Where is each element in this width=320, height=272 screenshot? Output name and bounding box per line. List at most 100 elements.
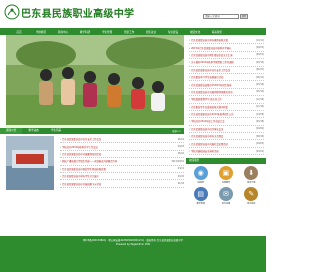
news-date: [10/09] (255, 112, 264, 116)
news-title[interactable]: 巴东县民族职业高中2014年秋季招生公告 (189, 112, 255, 116)
news-date: [09/18] (255, 119, 264, 123)
list-item-title[interactable]: 巴东县民族职业高中开展送教下乡活动 (60, 182, 177, 186)
list-item-title[interactable]: 学校召开2015年秋季开学工作会议 (60, 145, 177, 149)
news-title[interactable]: 巴东民族职业高中举办教师技能大赛 (189, 38, 255, 42)
tabs-more-link[interactable]: 更多>> (172, 129, 184, 133)
photo-slideshow[interactable] (6, 35, 184, 125)
tab-teaching[interactable]: 教学动态 (22, 128, 44, 134)
news-title[interactable]: 巴东职高学生在省级技能大赛中获奖 (189, 105, 255, 109)
nav-item-students[interactable]: 学生管理 (96, 30, 118, 34)
nav-item-teaching[interactable]: 教学科研 (74, 30, 96, 34)
services-grid: ◉ 校园网 ▣ 在线教学 ⬇ 资源下载 ▤ 教学资源 ✉ 校长信箱 ✎ 招生报名 (188, 166, 264, 205)
nav-item-home[interactable]: 首页 (8, 30, 30, 34)
news-item[interactable]: 学校召开2014年度工作总结大会[09/18] (189, 118, 264, 126)
list-item-date: 09/03 (177, 145, 184, 149)
news-date: [06/21] (255, 68, 264, 72)
list-item[interactable]: 巴东民族职业高中举办学生才艺展示03/20 (60, 173, 184, 181)
news-date: [08/19] (255, 134, 264, 138)
news-title[interactable]: 学校召开2014年度工作总结大会 (189, 119, 255, 123)
news-item[interactable]: 关于做好2015年秋季学期资助工作的通知[09/13] (189, 59, 264, 67)
service-online-teaching[interactable]: ▣ 在线教学 (213, 166, 238, 184)
news-item[interactable]: 巴东职高举行学生技能展示活动[06/11] (189, 74, 264, 82)
news-item[interactable]: 巴东民族职业高中召开家长会议[09/02] (189, 126, 264, 134)
news-date: [09/01] (255, 53, 264, 57)
news-item[interactable]: 巴东县民族职业高中2014年秋季招生公告[10/09] (189, 111, 264, 119)
list-item[interactable]: 学校召开2015年秋季开学工作会议09/03 (60, 143, 184, 151)
news-item[interactable]: 巴东县民族职业高中召开安全工作会议[06/21] (189, 67, 264, 74)
tab-notices[interactable]: 通知公告 (0, 128, 23, 134)
news-title[interactable]: 巴东民族职业高级中学2015年招生简章 (189, 83, 255, 87)
news-title[interactable]: 学校组织参观学习 班主任工作 (189, 97, 255, 101)
tab-students[interactable]: 学生风采 (45, 128, 67, 134)
list-item-title[interactable]: 巴东县民族职业高中召开安全工作会议 (60, 137, 177, 141)
service-resources[interactable]: ▤ 教学资源 (188, 187, 213, 205)
list-item-title[interactable]: 巴东县民族职业高中组织学生参加技能竞赛 (60, 167, 177, 171)
service-label: 招生报名 (247, 203, 256, 205)
screen-icon: ▣ (218, 166, 233, 180)
news-item[interactable]: 2015年巴东民族职业高中秋季开学典礼[09/21] (189, 44, 264, 52)
nav-item-admission[interactable]: 招生就业 (140, 30, 162, 34)
news-title[interactable]: 2015年巴东民族职业高中秋季开学典礼 (189, 46, 255, 50)
list-item[interactable]: 巴东县民族职业高中组织学生参加技能竞赛03/21 (60, 166, 184, 173)
service-label: 在线教学 (221, 182, 231, 184)
list-item[interactable]: 巴东县民族职业高中召开安全工作会议06/19 (60, 136, 184, 144)
notice-thumbnail[interactable] (6, 136, 54, 190)
news-date: [11/10] (255, 105, 264, 109)
service-download[interactable]: ⬇ 资源下载 (239, 166, 264, 184)
slideshow-photo (6, 35, 184, 125)
nav-item-news[interactable]: 新闻中心 (52, 30, 74, 34)
list-item-date: 2015/09/01 (171, 159, 184, 163)
news-item[interactable]: 巴东民族职业高中举办文艺晚会[08/19] (189, 133, 264, 141)
news-title[interactable]: 巴东民族职业高中举办文艺晚会 (189, 134, 255, 138)
news-date: [10/11] (255, 38, 264, 42)
search-input[interactable]: 请输入关键词 (203, 14, 239, 19)
services-heading: 校园服务 (186, 158, 266, 164)
list-item[interactable]: 巴东县民族职业高中开展教师培训活动06/10 (60, 151, 184, 159)
list-item-date: 03/20 (177, 174, 184, 178)
main-nav: 首页 学校概况 新闻中心 教学科研 学生管理 党建工作 招生就业 专业建设 校园… (0, 28, 266, 35)
news-title[interactable]: 巴东民族职业高中开展师德师风教育活动 (189, 90, 255, 94)
book-icon: ▤ (193, 187, 208, 201)
footer-powered-by[interactable]: Powered by PageAdmin CMS (0, 243, 266, 247)
news-title[interactable]: 巴东民族职业高中召开家长会议 (189, 127, 255, 131)
news-date: [06/11] (255, 75, 264, 79)
news-title[interactable]: 关于做好2015年秋季学期资助工作的通知 (189, 60, 255, 64)
thumbnail-photo (6, 136, 54, 190)
news-item[interactable]: 巴东民族职业高中师生参加全县文艺汇演[09/01] (189, 52, 264, 60)
service-mailbox[interactable]: ✉ 校长信箱 (213, 187, 238, 205)
list-item-date: 01/18 (177, 182, 184, 186)
globe-icon: ◉ (193, 166, 208, 180)
list-item-title[interactable]: 巴东县民族职业高中开展教师培训活动 (60, 152, 177, 156)
news-title[interactable]: 巴东民族职业高中师生参加全县文艺汇演 (189, 53, 255, 57)
list-item[interactable]: 我校广播电视大学招生简章——欢迎报读开放教育专科2015/09/01 (60, 158, 184, 166)
news-item[interactable]: 巴东民族职业高中开展社会实践活动[04/03] (189, 140, 264, 148)
nav-item-party[interactable]: 党建工作 (118, 30, 140, 34)
news-item[interactable]: 巴东民族职业高中开展师德师风教育活动[05/10] (189, 89, 264, 97)
list-item-date: 06/10 (177, 152, 184, 156)
nav-item-about[interactable]: 学校概况 (30, 30, 52, 34)
list-item-title[interactable]: 巴东民族职业高中举办学生才艺展示 (60, 174, 177, 178)
nav-item-majors[interactable]: 专业建设 (162, 30, 184, 34)
news-item[interactable]: 学校开展校园安全演练活动[03/21] (189, 148, 264, 156)
service-label: 校园网 (197, 182, 204, 184)
news-title[interactable]: 巴东职高举行学生技能展示活动 (189, 75, 255, 79)
news-item[interactable]: 巴东职高学生在省级技能大赛中获奖[11/10] (189, 104, 264, 111)
list-item[interactable]: 巴东县民族职业高中开展送教下乡活动01/18 (60, 180, 184, 188)
search-button[interactable]: 搜索 (240, 14, 248, 19)
news-title[interactable]: 学校开展校园安全演练活动 (189, 149, 255, 153)
site-logo-text[interactable]: 巴东县民族职业高级中学 (21, 5, 134, 20)
news-item[interactable]: 巴东民族职业高中举办教师技能大赛[10/11] (189, 37, 264, 45)
list-item-title[interactable]: 我校广播电视大学招生简章——欢迎报读开放教育专科 (60, 159, 170, 163)
news-item[interactable]: 学校组织参观学习 班主任工作[12/19] (189, 96, 264, 104)
nav-item-culture[interactable]: 校园文化 (184, 30, 206, 34)
nav-item-contact[interactable]: 联系我们 (206, 30, 228, 34)
news-date: [04/03] (255, 142, 264, 146)
news-date: [03/21] (255, 149, 264, 153)
notice-tabs: 通知公告 教学动态 学生风采 更多>> (0, 128, 184, 134)
news-date: [12/19] (255, 97, 264, 101)
news-title[interactable]: 巴东民族职业高中开展社会实践活动 (189, 142, 255, 146)
news-item[interactable]: 巴东民族职业高级中学2015年招生简章[05/14] (189, 81, 264, 89)
service-enrollment[interactable]: ✎ 招生报名 (239, 187, 264, 205)
news-title[interactable]: 巴东县民族职业高中召开安全工作会议 (189, 68, 255, 72)
service-campus-net[interactable]: ◉ 校园网 (188, 166, 213, 184)
